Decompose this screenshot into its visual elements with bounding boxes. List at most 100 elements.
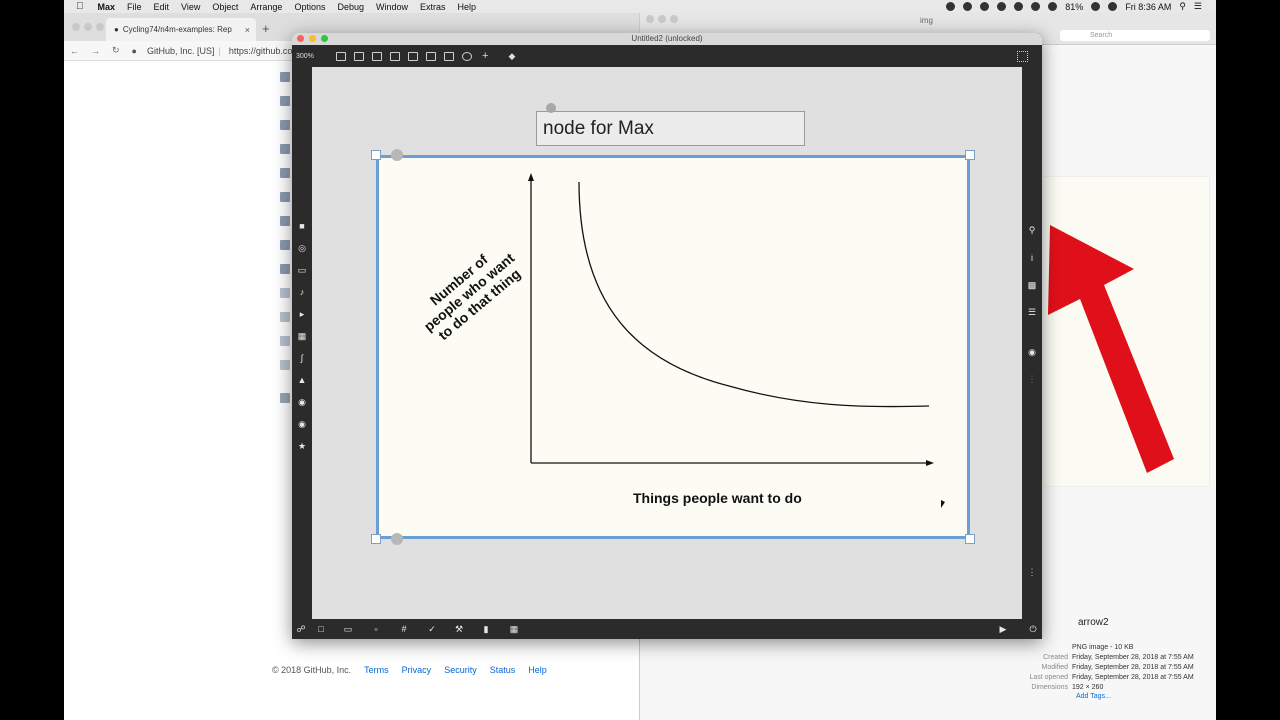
menu-edit[interactable]: Edit bbox=[148, 2, 176, 12]
site-identity[interactable]: GitHub, Inc. [US] bbox=[147, 46, 215, 56]
folder-icon bbox=[280, 264, 290, 274]
new-button-icon[interactable] bbox=[390, 51, 400, 61]
minimize-window-icon[interactable] bbox=[658, 15, 666, 23]
image-object[interactable]: Number of people who want to do that thi… bbox=[371, 149, 975, 545]
search-icon[interactable]: ⚲ bbox=[1027, 225, 1037, 235]
new-object-icon[interactable] bbox=[336, 51, 346, 61]
max-title-bar: Untitled2 (unlocked) bbox=[292, 33, 1042, 45]
zoom-level[interactable]: 300% bbox=[296, 53, 332, 60]
menu-file[interactable]: File bbox=[121, 2, 148, 12]
menu-extras[interactable]: Extras bbox=[414, 2, 452, 12]
music-note-icon[interactable]: ♪ bbox=[297, 287, 307, 297]
console-icon[interactable]: ▦ bbox=[509, 624, 519, 634]
play-transport-icon[interactable]: ▶ bbox=[998, 624, 1008, 634]
image-icon[interactable]: ▦ bbox=[297, 331, 307, 341]
meta-row: Last opened Friday, September 28, 2018 at… bbox=[1029, 674, 1194, 681]
status-icon[interactable] bbox=[1031, 2, 1041, 11]
back-icon[interactable]: ← bbox=[64, 46, 85, 56]
menu-arrange[interactable]: Arrange bbox=[244, 2, 288, 12]
minimize-window-icon[interactable] bbox=[309, 35, 316, 42]
menu-app-max[interactable]: Max bbox=[92, 2, 122, 12]
new-dial-icon[interactable] bbox=[462, 51, 472, 61]
wrench-icon[interactable]: ⚒ bbox=[454, 624, 464, 634]
forward-icon[interactable]: → bbox=[85, 46, 106, 56]
paint-bucket-icon[interactable]: ◆ bbox=[508, 51, 515, 62]
new-number-icon[interactable] bbox=[426, 51, 436, 61]
grid-icon[interactable] bbox=[1017, 51, 1028, 62]
menu-window[interactable]: Window bbox=[370, 2, 414, 12]
new-toggle-icon[interactable] bbox=[408, 51, 418, 61]
battery-icon[interactable] bbox=[1091, 2, 1101, 11]
paperclip-icon[interactable]: ∫ bbox=[297, 353, 307, 363]
footer-link-status[interactable]: Status bbox=[490, 665, 516, 675]
search-input[interactable]: Search bbox=[1060, 30, 1210, 41]
footer-link-security[interactable]: Security bbox=[444, 665, 477, 675]
keyboard-icon[interactable]: ▮ bbox=[481, 624, 491, 634]
url-text[interactable]: https://github.co bbox=[229, 46, 293, 56]
close-window-icon[interactable] bbox=[646, 15, 654, 23]
close-tab-icon[interactable]: × bbox=[245, 25, 250, 35]
new-comment-icon[interactable] bbox=[372, 51, 382, 61]
object-browser-icon[interactable]: ■ bbox=[297, 221, 307, 231]
menu-options[interactable]: Options bbox=[288, 2, 331, 12]
file-kind: PNG image - 10 KB bbox=[1072, 644, 1134, 651]
zoom-window-icon[interactable] bbox=[670, 15, 678, 23]
reload-icon[interactable]: ↻ bbox=[106, 45, 126, 56]
beap-icon[interactable]: ◉ bbox=[297, 419, 307, 429]
apple-icon[interactable]:  bbox=[64, 1, 92, 12]
windows-icon[interactable]: ▫ bbox=[371, 624, 381, 634]
debug-icon[interactable]: ✓ bbox=[427, 624, 437, 634]
footer-link-terms[interactable]: Terms bbox=[364, 665, 389, 675]
add-object-icon[interactable]: + bbox=[482, 50, 488, 62]
status-icon[interactable] bbox=[946, 2, 956, 11]
snapshot-camera-icon[interactable]: ◉ bbox=[1027, 347, 1037, 357]
footer-link-privacy[interactable]: Privacy bbox=[402, 665, 432, 675]
footer-link-help[interactable]: Help bbox=[528, 665, 547, 675]
status-icon[interactable] bbox=[963, 2, 973, 11]
spotlight-icon[interactable]: ⚲ bbox=[1179, 1, 1186, 12]
status-icon[interactable] bbox=[1014, 2, 1024, 11]
menu-object[interactable]: Object bbox=[206, 2, 244, 12]
new-slider-icon[interactable] bbox=[444, 51, 454, 61]
mixer-icon[interactable]: ⋮ bbox=[1027, 374, 1037, 384]
new-tab-icon[interactable]: + bbox=[262, 21, 270, 36]
package-icon[interactable]: ▲ bbox=[297, 375, 307, 385]
status-icon[interactable] bbox=[997, 2, 1007, 11]
info-icon[interactable]: i bbox=[1027, 253, 1037, 263]
grid-snap-icon[interactable]: # bbox=[399, 624, 409, 634]
favorites-star-icon[interactable]: ★ bbox=[297, 441, 307, 451]
vizzie-icon[interactable]: ◉ bbox=[297, 397, 307, 407]
wifi-icon[interactable] bbox=[1048, 2, 1058, 11]
patcher-canvas[interactable]: node for Max Number of people who want t… bbox=[312, 67, 1022, 619]
clock[interactable]: Fri 8:36 AM bbox=[1125, 2, 1171, 12]
edit-mode-icon[interactable]: □ bbox=[316, 624, 326, 634]
lock-toggle-icon[interactable]: ☍ bbox=[296, 624, 306, 634]
presentation-icon[interactable]: ▭ bbox=[343, 624, 353, 634]
status-icon[interactable] bbox=[1108, 2, 1118, 11]
menu-debug[interactable]: Debug bbox=[331, 2, 370, 12]
interface-icon[interactable]: ▭ bbox=[297, 265, 307, 275]
comment-inlet-handle[interactable] bbox=[546, 103, 556, 113]
close-window-icon[interactable] bbox=[72, 23, 80, 31]
audio-icon[interactable]: ◎ bbox=[297, 243, 307, 253]
battery-percent[interactable]: 81% bbox=[1065, 2, 1083, 12]
menu-view[interactable]: View bbox=[175, 2, 206, 12]
zoom-slider-icon[interactable]: ⋮ bbox=[1027, 567, 1037, 577]
zoom-window-icon[interactable] bbox=[96, 23, 104, 31]
power-icon[interactable]: ⏻ bbox=[1028, 624, 1038, 634]
sequencer-icon[interactable]: ▸ bbox=[297, 309, 307, 319]
list-icon[interactable]: ☰ bbox=[1027, 307, 1037, 317]
browser-tab[interactable]: ● Cycling74/n4m-examples: Rep × bbox=[106, 18, 256, 41]
menu-help[interactable]: Help bbox=[452, 2, 483, 12]
reference-book-icon[interactable]: ▩ bbox=[1027, 280, 1037, 290]
decay-curve bbox=[578, 181, 930, 408]
zoom-window-icon[interactable] bbox=[321, 35, 328, 42]
notification-center-icon[interactable]: ☰ bbox=[1194, 1, 1202, 12]
comment-box[interactable]: node for Max bbox=[536, 111, 805, 146]
window-title: Untitled2 (unlocked) bbox=[631, 34, 703, 43]
new-message-icon[interactable] bbox=[354, 51, 364, 61]
minimize-window-icon[interactable] bbox=[84, 23, 92, 31]
add-tags-link[interactable]: Add Tags... bbox=[1010, 693, 1210, 700]
time-machine-icon[interactable] bbox=[980, 2, 990, 11]
close-window-icon[interactable] bbox=[297, 35, 304, 42]
